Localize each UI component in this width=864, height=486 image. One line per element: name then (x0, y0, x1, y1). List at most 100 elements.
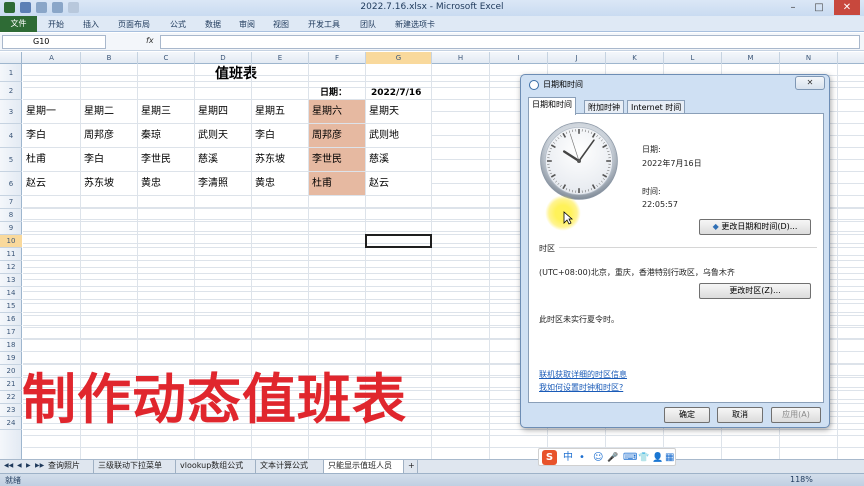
cancel-button[interactable]: 取消 (717, 407, 763, 423)
sheet-tab[interactable]: 只能显示值班人员 (324, 460, 404, 473)
active-cell-outline[interactable] (365, 234, 432, 248)
tab-developer[interactable]: 开发工具 (308, 17, 340, 32)
duty-cell-thursday[interactable]: 武则天 (194, 123, 252, 148)
column-header-h[interactable]: H (432, 52, 490, 64)
duty-cell-tuesday[interactable]: 周邦彦 (80, 123, 138, 148)
duty-cell-sunday[interactable]: 赵云 (365, 171, 432, 196)
tab-new-tab[interactable]: 新建选项卡 (395, 17, 435, 32)
column-header-i[interactable]: I (490, 52, 548, 64)
duty-cell-wednesday[interactable]: 秦琼 (137, 123, 195, 148)
weekday-header-sunday[interactable]: 星期天 (365, 99, 432, 124)
column-header-j[interactable]: J (548, 52, 606, 64)
row-header-9[interactable]: 9 (0, 222, 22, 235)
duty-cell-sunday[interactable]: 慈溪 (365, 147, 432, 172)
duty-cell-monday[interactable]: 杜甫 (23, 147, 81, 172)
date-label[interactable]: 日期： (320, 86, 347, 100)
fx-icon[interactable]: fx (146, 36, 154, 45)
name-box[interactable]: G10 (2, 35, 106, 49)
duty-cell-friday[interactable]: 李白 (251, 123, 309, 148)
tab-additional-clocks[interactable]: 附加时钟 (584, 100, 624, 114)
sheet-tab[interactable]: 查询照片 (44, 460, 94, 473)
row-header-16[interactable]: 16 (0, 313, 22, 326)
minimize-button[interactable]: – (780, 0, 806, 15)
punctuation-icon[interactable]: • (579, 451, 585, 465)
emoji-icon[interactable]: ☺ (593, 451, 603, 465)
weekday-header-saturday[interactable]: 星期六 (308, 99, 366, 124)
sogou-logo-icon[interactable]: S (542, 450, 557, 465)
close-button[interactable]: ✕ (834, 0, 860, 15)
toolbox-icon[interactable]: ▦ (665, 451, 674, 465)
row-header-24[interactable]: 24 (0, 417, 22, 430)
duty-cell-friday[interactable]: 黄忠 (251, 171, 309, 196)
row-header-17[interactable]: 17 (0, 326, 22, 339)
row-header-20[interactable]: 20 (0, 365, 22, 378)
tab-insert[interactable]: 插入 (83, 17, 99, 32)
row-header-13[interactable]: 13 (0, 274, 22, 287)
row-header-21[interactable]: 21 (0, 378, 22, 391)
row-header-19[interactable]: 19 (0, 352, 22, 365)
column-header-a[interactable]: A (23, 52, 81, 64)
duty-cell-wednesday[interactable]: 黄忠 (137, 171, 195, 196)
tab-data[interactable]: 数据 (205, 17, 221, 32)
maximize-button[interactable]: □ (806, 0, 832, 15)
duty-cell-sunday[interactable]: 武则地 (365, 123, 432, 148)
sheet-tab[interactable]: 三级联动下拉菜单 (94, 460, 176, 473)
row-header-15[interactable]: 15 (0, 300, 22, 313)
sheet-tab[interactable]: 文本计算公式 (256, 460, 324, 473)
first-sheet-icon[interactable]: ◀◀ (4, 462, 13, 469)
column-header-e[interactable]: E (252, 52, 309, 64)
duty-cell-tuesday[interactable]: 苏东坡 (80, 171, 138, 196)
column-header-b[interactable]: B (81, 52, 138, 64)
tab-page-layout[interactable]: 页面布局 (118, 17, 150, 32)
row-header-3[interactable]: 3 (0, 100, 22, 124)
dialog-close-button[interactable]: ✕ (795, 76, 825, 90)
tab-home[interactable]: 开始 (48, 17, 64, 32)
duty-cell-saturday[interactable]: 李世民 (308, 147, 366, 172)
timezone-info-link[interactable]: 联机获取详细的时区信息 (539, 369, 627, 380)
row-header-10[interactable]: 10 (0, 235, 22, 248)
tab-team[interactable]: 团队 (360, 17, 376, 32)
row-header-4[interactable]: 4 (0, 124, 22, 148)
tab-review[interactable]: 审阅 (239, 17, 255, 32)
weekday-header-monday[interactable]: 星期一 (23, 99, 81, 124)
duty-cell-saturday[interactable]: 杜甫 (308, 171, 366, 196)
tab-view[interactable]: 视图 (273, 17, 289, 32)
weekday-header-thursday[interactable]: 星期四 (194, 99, 252, 124)
prev-sheet-icon[interactable]: ◀ (17, 462, 22, 469)
column-header-d[interactable]: D (195, 52, 252, 64)
column-header-l[interactable]: L (664, 52, 722, 64)
how-to-set-link[interactable]: 我如何设置时钟和时区? (539, 382, 623, 393)
duty-cell-wednesday[interactable]: 李世民 (137, 147, 195, 172)
last-sheet-icon[interactable]: ▶▶ (35, 462, 44, 469)
duty-cell-friday[interactable]: 苏东坡 (251, 147, 309, 172)
change-date-time-button[interactable]: ◆ 更改日期和时间(D)... (699, 219, 811, 235)
weekday-header-wednesday[interactable]: 星期三 (137, 99, 195, 124)
row-header-22[interactable]: 22 (0, 391, 22, 404)
row-header-18[interactable]: 18 (0, 339, 22, 352)
row-header-23[interactable]: 23 (0, 404, 22, 417)
weekday-header-friday[interactable]: 星期五 (251, 99, 309, 124)
row-header-8[interactable]: 8 (0, 209, 22, 222)
tab-internet-time[interactable]: Internet 时间 (627, 100, 686, 114)
tab-date-time[interactable]: 日期和时间 (528, 97, 576, 115)
column-header-g[interactable]: G (366, 52, 432, 64)
row-header-6[interactable]: 6 (0, 172, 22, 196)
row-header-1[interactable]: 1 (0, 64, 22, 82)
weekday-header-tuesday[interactable]: 星期二 (80, 99, 138, 124)
ime-mode-toggle[interactable]: 中 (563, 451, 573, 465)
row-header-11[interactable]: 11 (0, 248, 22, 261)
ok-button[interactable]: 确定 (664, 407, 710, 423)
date-value[interactable]: 2022/7/16 (371, 86, 421, 100)
apply-button[interactable]: 应用(A) (771, 407, 821, 423)
duty-cell-thursday[interactable]: 李清照 (194, 171, 252, 196)
column-header-n[interactable]: N (780, 52, 838, 64)
column-header-f[interactable]: F (309, 52, 366, 64)
skin-icon[interactable]: 👕 (638, 451, 649, 465)
column-header-k[interactable]: K (606, 52, 664, 64)
row-header-2[interactable]: 2 (0, 82, 22, 100)
row-header-12[interactable]: 12 (0, 261, 22, 274)
duty-cell-monday[interactable]: 赵云 (23, 171, 81, 196)
duty-cell-monday[interactable]: 李白 (23, 123, 81, 148)
microphone-icon[interactable]: 🎤 (607, 451, 618, 465)
row-header-14[interactable]: 14 (0, 287, 22, 300)
